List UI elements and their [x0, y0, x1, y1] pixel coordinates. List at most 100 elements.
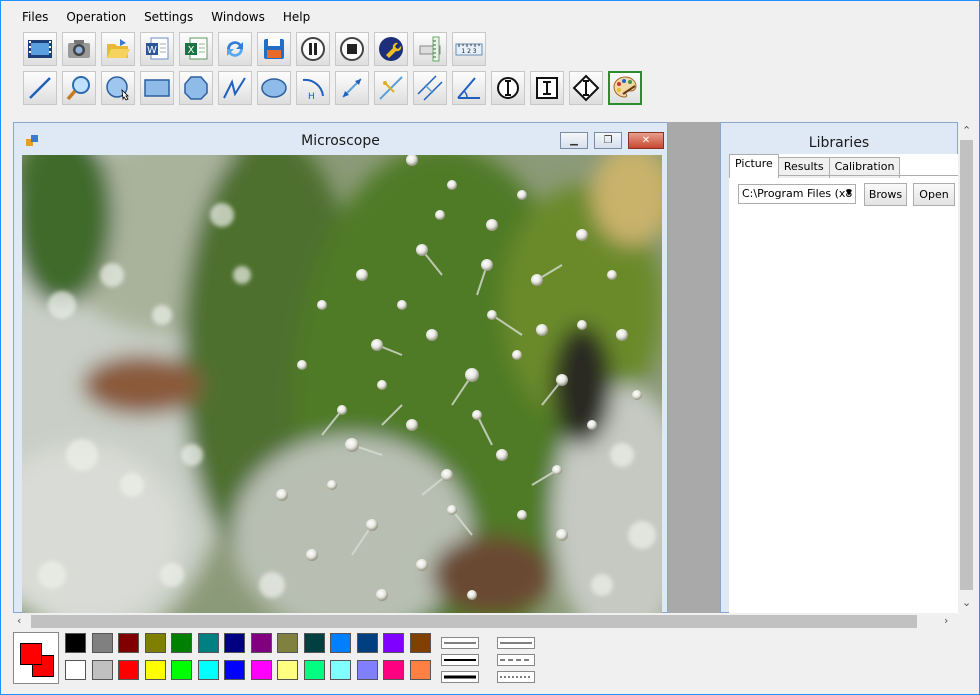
svg-text:W: W — [147, 45, 157, 56]
color-swatch[interactable] — [409, 660, 431, 680]
stop-button[interactable] — [335, 32, 369, 66]
line-tool-icon — [29, 77, 51, 99]
color-swatch[interactable] — [171, 633, 192, 653]
export-word-button[interactable]: W — [140, 32, 174, 66]
polygon-button[interactable] — [179, 71, 213, 105]
color-swatch[interactable] — [356, 633, 378, 653]
settings-button[interactable] — [374, 32, 408, 66]
polyline-button[interactable] — [218, 71, 252, 105]
menu-settings[interactable]: Settings — [135, 7, 202, 29]
line-width-1[interactable] — [441, 637, 479, 649]
line-width-2[interactable] — [441, 654, 479, 666]
app-window: Files Operation Settings Windows Help W … — [0, 0, 980, 695]
horizontal-scroll-thumb[interactable] — [31, 615, 917, 628]
parallel-line-button[interactable] — [413, 71, 447, 105]
color-swatch[interactable] — [250, 633, 272, 653]
color-swatch[interactable] — [356, 660, 378, 680]
color-swatch[interactable] — [303, 633, 325, 653]
measure-line-icon — [342, 78, 362, 98]
menu-windows[interactable]: Windows — [202, 7, 274, 29]
line-dotted-icon — [500, 676, 532, 678]
scroll-down-icon[interactable]: ⌄ — [962, 596, 971, 609]
microscope-titlebar[interactable]: Microscope ▁ ❐ ✕ — [14, 123, 667, 153]
menu-help[interactable]: Help — [274, 7, 319, 29]
zoom-button[interactable] — [62, 71, 96, 105]
inner-diameter-button[interactable] — [491, 71, 525, 105]
video-button[interactable] — [23, 32, 57, 66]
svg-text:1 2 3: 1 2 3 — [461, 48, 476, 55]
maximize-button[interactable]: ❐ — [594, 132, 622, 149]
vertical-scrollbar[interactable]: ⌃ ⌄ — [958, 122, 975, 613]
menu-operation[interactable]: Operation — [57, 7, 135, 29]
horizontal-scrollbar[interactable]: ‹ › — [13, 613, 958, 630]
path-dropdown[interactable]: C:\Program Files (x8 ▼ — [738, 184, 856, 204]
current-colors[interactable] — [13, 632, 59, 684]
scroll-left-icon[interactable]: ‹ — [17, 614, 21, 627]
line-tool-button[interactable] — [23, 71, 57, 105]
scroll-up-icon[interactable]: ⌃ — [962, 124, 971, 137]
color-swatch[interactable] — [330, 660, 351, 680]
color-swatch[interactable] — [277, 660, 298, 680]
microscope-image[interactable] — [22, 155, 662, 614]
tab-picture[interactable]: Picture — [729, 154, 779, 178]
circle-select-button[interactable] — [101, 71, 135, 105]
menu-files[interactable]: Files — [13, 7, 57, 29]
open-button[interactable] — [101, 32, 135, 66]
angle-button[interactable] — [452, 71, 486, 105]
color-swatch[interactable] — [224, 660, 245, 680]
color-swatch[interactable] — [91, 660, 113, 680]
color-swatch[interactable] — [144, 660, 166, 680]
inner-diameter-icon — [497, 77, 519, 99]
close-button[interactable]: ✕ — [628, 132, 664, 149]
line-width-3[interactable] — [441, 671, 479, 683]
color-swatch[interactable] — [383, 633, 404, 653]
color-swatch[interactable] — [383, 660, 404, 680]
libraries-title: Libraries — [808, 135, 870, 151]
color-swatch[interactable] — [197, 633, 219, 653]
color-swatch[interactable] — [118, 660, 139, 680]
color-swatch[interactable] — [171, 660, 192, 680]
vertical-ruler-button[interactable] — [413, 32, 447, 66]
color-swatch[interactable] — [224, 633, 245, 653]
scroll-right-icon[interactable]: › — [944, 614, 948, 627]
save-button[interactable] — [257, 32, 291, 66]
ellipse-button[interactable] — [257, 71, 291, 105]
line-thin-icon — [444, 642, 476, 644]
color-swatch[interactable] — [409, 633, 431, 653]
line-style-dashed[interactable] — [497, 654, 535, 666]
rectangle-button[interactable] — [140, 71, 174, 105]
point-line-button[interactable] — [374, 71, 408, 105]
color-swatch[interactable] — [330, 633, 351, 653]
refresh-button[interactable] — [218, 32, 252, 66]
color-swatch[interactable] — [91, 633, 113, 653]
color-swatch[interactable] — [197, 660, 219, 680]
open-button-panel[interactable]: Open — [913, 183, 955, 206]
color-swatch[interactable] — [250, 660, 272, 680]
horizontal-ruler-button[interactable]: 1 2 3 — [452, 32, 486, 66]
color-swatch[interactable] — [144, 633, 166, 653]
line-style-dotted[interactable] — [497, 671, 535, 683]
line-medium-icon — [444, 659, 476, 661]
foreground-color-swatch[interactable] — [20, 643, 42, 665]
pause-button[interactable] — [296, 32, 330, 66]
color-palette-button[interactable] — [608, 71, 642, 105]
color-swatch[interactable] — [65, 660, 86, 680]
arc-height-button[interactable]: H — [296, 71, 330, 105]
save-icon — [264, 39, 284, 59]
height-tool-button[interactable] — [530, 71, 564, 105]
browse-button[interactable]: Brows — [864, 183, 907, 206]
snapshot-button[interactable] — [62, 32, 96, 66]
toolbar-main: W X 1 2 3 — [23, 32, 489, 66]
color-swatch[interactable] — [118, 633, 139, 653]
angle-icon — [457, 77, 480, 99]
color-swatch[interactable] — [303, 660, 325, 680]
measure-line-button[interactable] — [335, 71, 369, 105]
export-excel-button[interactable]: X — [179, 32, 213, 66]
line-dashed-icon — [500, 659, 532, 661]
minimize-button[interactable]: ▁ — [560, 132, 588, 149]
color-swatch[interactable] — [277, 633, 298, 653]
vertical-scroll-thumb[interactable] — [960, 140, 973, 590]
vertical-diameter-button[interactable] — [569, 71, 603, 105]
line-style-solid[interactable] — [497, 637, 535, 649]
color-swatch[interactable] — [65, 633, 86, 653]
